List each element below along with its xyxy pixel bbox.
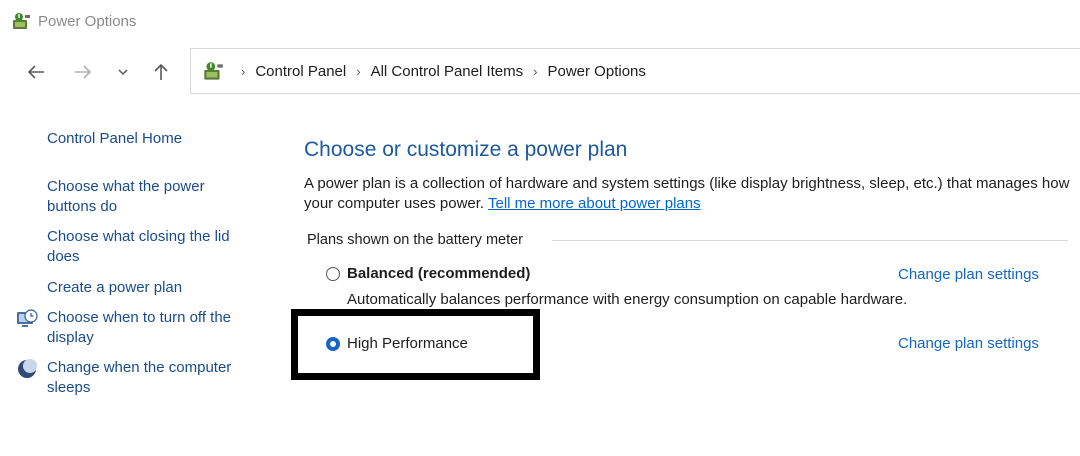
moon-sleep-icon [18, 359, 37, 378]
sidebar-item-turn-off-display[interactable]: Choose when to turn off the display [47, 308, 257, 348]
plans-group-label: Plans shown on the battery meter [307, 232, 524, 248]
breadcrumb-separator: › [533, 64, 538, 79]
balanced-plan-name[interactable]: Balanced (recommended) [347, 265, 530, 282]
group-divider [552, 240, 1068, 241]
page-title: Choose or customize a power plan [304, 138, 628, 161]
learn-more-link[interactable]: Tell me more about power plans [488, 195, 701, 212]
balanced-radio[interactable] [326, 267, 340, 281]
breadcrumb: › Control Panel › All Control Panel Item… [231, 63, 646, 80]
power-options-icon [204, 62, 223, 80]
breadcrumb-power-options[interactable]: Power Options [548, 63, 646, 80]
display-schedule-icon [17, 309, 38, 327]
address-bar[interactable]: › Control Panel › All Control Panel Item… [190, 48, 1080, 94]
forward-arrow-icon [75, 65, 92, 79]
high-performance-change-plan-link[interactable]: Change plan settings [898, 335, 1039, 352]
highlight-box [291, 309, 540, 380]
recent-locations-button[interactable] [111, 60, 135, 84]
breadcrumb-control-panel[interactable]: Control Panel [255, 63, 346, 80]
up-button[interactable] [149, 60, 173, 84]
title-bar: Power Options [0, 0, 1080, 44]
page-description: A power plan is a collection of hardware… [304, 174, 1074, 214]
sidebar-item-control-panel-home[interactable]: Control Panel Home [47, 129, 257, 149]
back-button[interactable] [24, 60, 48, 84]
balanced-plan-description: Automatically balances performance with … [347, 291, 908, 308]
sidebar-item-computer-sleeps[interactable]: Change when the computer sleeps [47, 358, 257, 398]
sidebar-item-create-power-plan[interactable]: Create a power plan [47, 278, 257, 298]
breadcrumb-separator: › [356, 64, 361, 79]
up-arrow-icon [154, 63, 168, 80]
sidebar-item-closing-lid[interactable]: Choose what closing the lid does [47, 227, 247, 267]
sidebar-item-power-buttons[interactable]: Choose what the power buttons do [47, 177, 227, 217]
back-arrow-icon [27, 65, 44, 79]
window-title: Power Options [38, 13, 137, 30]
breadcrumb-all-control-panel-items[interactable]: All Control Panel Items [371, 63, 524, 80]
navigation-bar: › Control Panel › All Control Panel Item… [0, 48, 1080, 96]
breadcrumb-separator: › [241, 64, 246, 79]
power-options-icon [13, 13, 30, 29]
forward-button[interactable] [71, 60, 95, 84]
chevron-down-icon [118, 69, 128, 76]
balanced-change-plan-link[interactable]: Change plan settings [898, 266, 1039, 283]
